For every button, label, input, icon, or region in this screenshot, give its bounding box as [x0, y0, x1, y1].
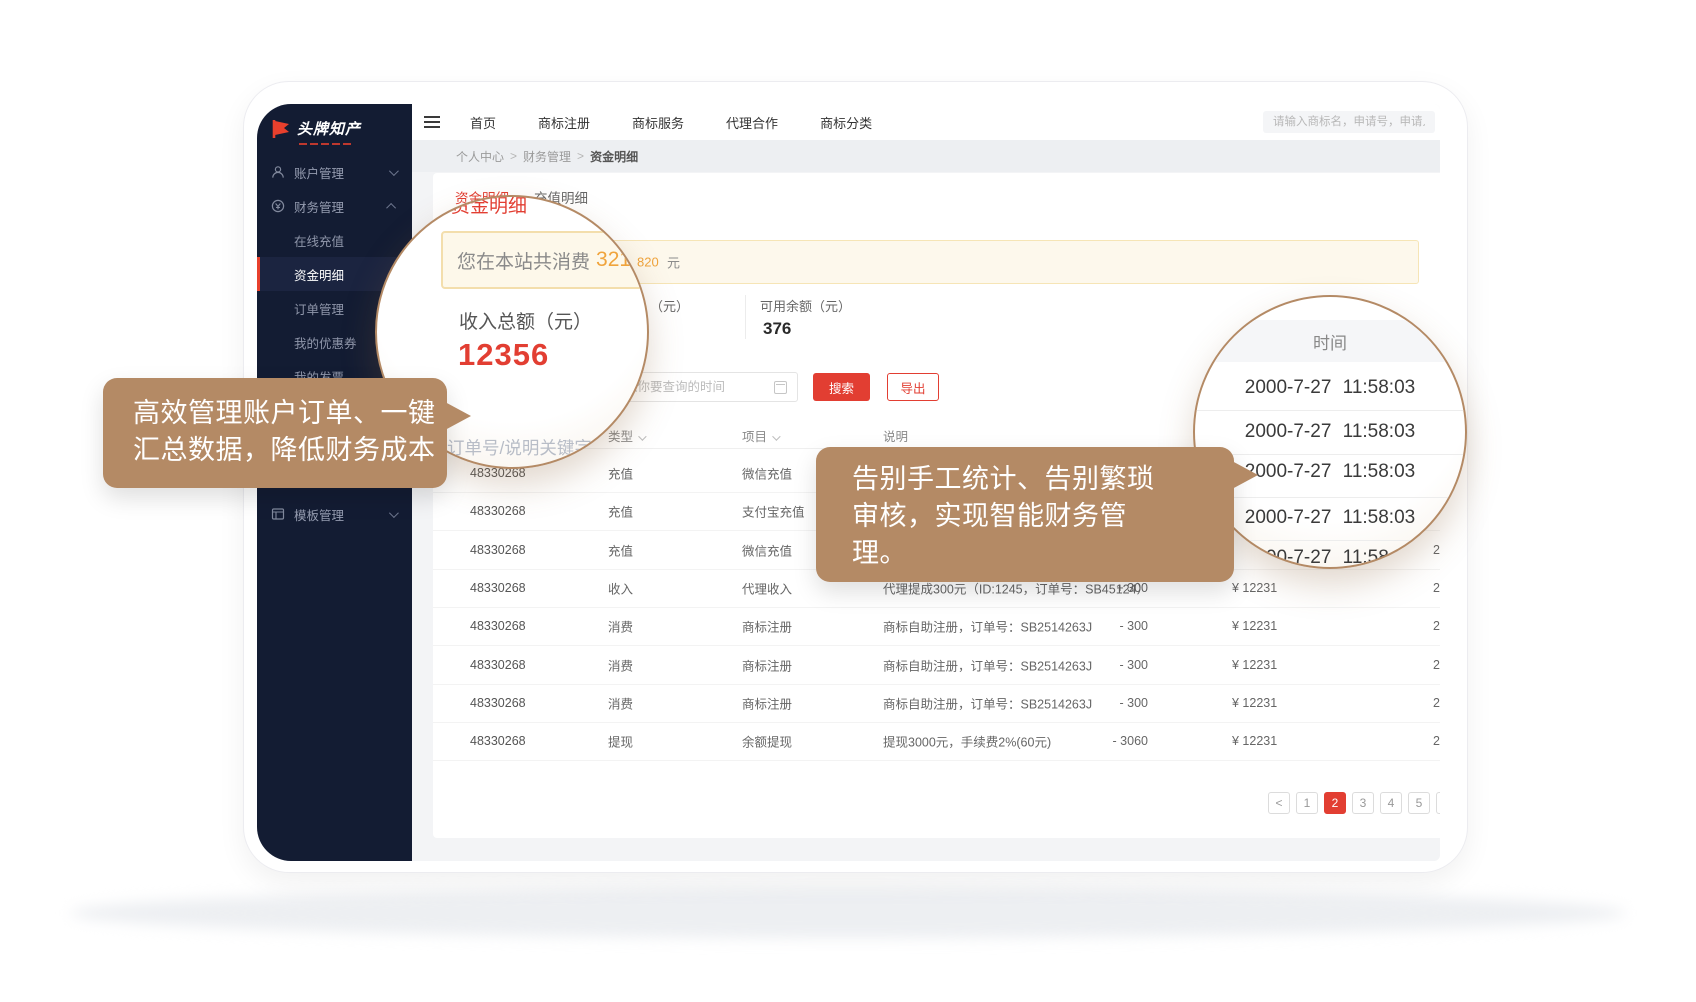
sidebar-item-label: 账户管理: [294, 163, 344, 182]
nav-item-home[interactable]: 首页: [470, 113, 496, 132]
trademark-search-input[interactable]: [1263, 111, 1435, 133]
finance-icon: [271, 199, 285, 213]
magnified-income-label: 收入总额（元）: [459, 307, 592, 334]
top-navbar: 首页 商标注册 商标服务 代理合作 商标分类: [412, 104, 1440, 140]
table-row: 48330268消费商标注册商标自助注册，订单号：SB2514263J- 300…: [433, 684, 1440, 723]
column-header-type[interactable]: 类型: [608, 426, 644, 445]
magnified-time-row: 2000-7-27 11:58:03: [1195, 507, 1465, 529]
sidebar-item-online-recharge[interactable]: 在线充值: [257, 223, 412, 257]
page-button-5[interactable]: 5: [1408, 792, 1430, 814]
stat-divider: [745, 295, 746, 339]
hamburger-menu-icon[interactable]: [424, 116, 440, 128]
column-header-desc: 说明: [883, 426, 908, 445]
nav-item-trademark-service[interactable]: 商标服务: [632, 113, 684, 132]
breadcrumb: 个人中心 > 财务管理 > 资金明细: [412, 140, 1440, 172]
export-button[interactable]: 导出: [887, 373, 939, 401]
template-icon: [271, 507, 285, 521]
row-divider: [1195, 454, 1465, 455]
breadcrumb-fund-detail: 资金明细: [590, 148, 638, 165]
calendar-icon[interactable]: [774, 381, 787, 394]
callout-text: 汇总数据，降低财务成本: [133, 432, 447, 469]
magnified-column-header: 订单号/说明关键字: [447, 435, 592, 460]
table-row: 48330268提现余额提现提现3000元，手续费2%(60元)- 3060¥ …: [433, 722, 1440, 761]
brand-name: 头牌知产: [297, 118, 361, 139]
user-icon: [271, 165, 285, 179]
sidebar-item-label: 财务管理: [294, 197, 344, 216]
row-divider: [1195, 497, 1465, 498]
prev-page-button[interactable]: <: [1268, 792, 1290, 814]
sidebar-item-label: 我的优惠券: [294, 333, 357, 352]
callout-right: 告别手工统计、告别繁琐 审核，实现智能财务管 理。: [816, 447, 1234, 582]
magnified-tab-fragment: 资金明细: [451, 195, 527, 218]
chevron-down-icon: [389, 508, 399, 518]
row-divider: [1195, 410, 1465, 411]
magnified-time-row: 2000-7-27 11:58:03: [1195, 377, 1465, 399]
balance-value: 376: [763, 319, 791, 339]
sidebar-item-label: 模板管理: [294, 505, 344, 524]
laptop-base-shadow: [70, 888, 1626, 938]
callout-text: 审核，实现智能财务管: [852, 498, 1234, 535]
sidebar-item-templates[interactable]: 模板管理: [257, 497, 412, 531]
page-button-4[interactable]: 4: [1380, 792, 1402, 814]
top-nav-links: 首页 商标注册 商标服务 代理合作 商标分类: [412, 113, 872, 132]
callout-text: 高效管理账户订单、一键: [133, 395, 447, 432]
table-row: 48330268消费商标注册商标自助注册，订单号：SB2514263J- 300…: [433, 646, 1440, 685]
chevron-up-icon: [386, 202, 396, 212]
next-page-button[interactable]: [1436, 792, 1440, 814]
brand-logo: 头牌知产: [257, 104, 412, 141]
table-row: 48330268消费商标注册商标自助注册，订单号：SB2514263J- 300…: [433, 607, 1440, 646]
balance-label: 可用余额（元）: [760, 296, 851, 315]
expense-label-fragment: （元）: [650, 296, 689, 315]
nav-item-agent-cooperation[interactable]: 代理合作: [726, 113, 778, 132]
magnified-income-value: 12356: [458, 337, 549, 373]
breadcrumb-personal-center[interactable]: 个人中心: [456, 148, 504, 165]
sidebar-item-label: 资金明细: [294, 265, 344, 284]
magnified-consumption-banner: 您在本站共消费 32124 元: [441, 231, 649, 289]
nav-item-trademark-category[interactable]: 商标分类: [820, 113, 872, 132]
pagination: < 1 2 3 4 5: [433, 792, 1440, 814]
page-background: 头牌知产 账户管理 财务管理 在线充值 资金明细: [0, 0, 1696, 1002]
nav-item-trademark-register[interactable]: 商标注册: [538, 113, 590, 132]
search-button[interactable]: 搜索: [813, 373, 870, 401]
magnified-time-header: 时间: [1195, 320, 1465, 362]
callout-text: 告别手工统计、告别繁琐: [852, 461, 1234, 498]
row-divider: [1195, 540, 1465, 541]
page-button-1[interactable]: 1: [1296, 792, 1318, 814]
callout-left: 高效管理账户订单、一键 汇总数据，降低财务成本: [103, 378, 447, 488]
banner-unit: 元: [667, 253, 680, 272]
sidebar-item-label: 订单管理: [294, 299, 344, 318]
sidebar-item-account[interactable]: 账户管理: [257, 155, 412, 189]
page-button-2-active[interactable]: 2: [1324, 792, 1346, 814]
brand-flag-icon: [271, 119, 291, 139]
column-header-project[interactable]: 项目: [742, 426, 778, 445]
brand-subtext-decoration: [299, 143, 412, 145]
sidebar-item-finance[interactable]: 财务管理: [257, 189, 412, 223]
page-button-3[interactable]: 3: [1352, 792, 1374, 814]
magnified-time-row: 2000-7-27 11:58:03: [1195, 421, 1465, 443]
sort-caret-icon: [772, 432, 780, 440]
sidebar-item-label: 在线充值: [294, 231, 344, 250]
magnified-time-row: 2000-7-27 11:58:03: [1195, 547, 1465, 569]
breadcrumb-finance[interactable]: 财务管理: [523, 148, 571, 165]
chevron-down-icon: [389, 166, 399, 176]
callout-text: 理。: [852, 535, 1234, 572]
sort-caret-icon: [638, 432, 646, 440]
magnifier-circle-right: 时间 2000-7-27 11:58:03 2000-7-27 11:58:03…: [1193, 295, 1467, 569]
